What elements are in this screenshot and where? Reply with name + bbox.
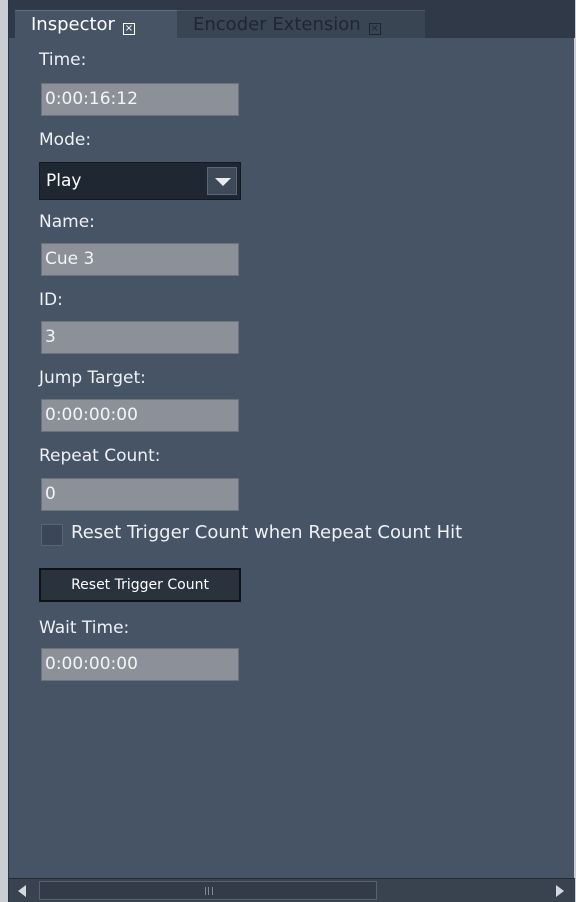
tab-encoder-extension[interactable]: Encoder Extension × (177, 10, 425, 38)
wait-time-field[interactable]: 0:00:00:00 (41, 648, 239, 681)
mode-value: Play (46, 171, 82, 191)
reset-on-hit-label: Reset Trigger Count when Repeat Count Hi… (71, 522, 463, 543)
tab-inspector-label: Inspector (31, 14, 115, 35)
jump-target-field[interactable]: 0:00:00:00 (41, 399, 239, 432)
time-label: Time: (39, 50, 87, 70)
reset-on-hit-checkbox[interactable] (41, 524, 63, 546)
scrollbar-thumb[interactable] (39, 881, 377, 900)
name-label: Name: (39, 212, 95, 232)
id-label: ID: (39, 290, 63, 310)
id-field[interactable]: 3 (41, 321, 239, 354)
arrow-left-icon[interactable] (13, 882, 33, 900)
mode-label: Mode: (39, 130, 92, 150)
tab-encoder-extension-label: Encoder Extension (193, 14, 361, 35)
arrow-right-icon[interactable] (549, 882, 569, 900)
wait-time-label: Wait Time: (39, 618, 130, 638)
tab-inspector[interactable]: Inspector × (15, 10, 177, 38)
time-field[interactable]: 0:00:16:12 (41, 83, 239, 116)
grip-icon (205, 887, 213, 895)
repeat-count-label: Repeat Count: (39, 446, 161, 466)
tab-strip: Inspector × Encoder Extension × (9, 0, 575, 38)
inspector-panel: Inspector × Encoder Extension × Time: 0:00… (8, 0, 575, 902)
name-field[interactable]: Cue 3 (41, 243, 239, 276)
close-box-icon[interactable]: × (122, 23, 135, 35)
mode-dropdown[interactable]: Play (39, 162, 241, 200)
chevron-down-icon[interactable] (207, 167, 237, 195)
reset-trigger-count-button[interactable]: Reset Trigger Count (39, 568, 241, 602)
repeat-count-field[interactable]: 0 (41, 478, 239, 511)
jump-target-label: Jump Target: (39, 368, 146, 388)
horizontal-scrollbar[interactable] (9, 878, 575, 902)
close-box-icon[interactable]: × (368, 23, 381, 35)
